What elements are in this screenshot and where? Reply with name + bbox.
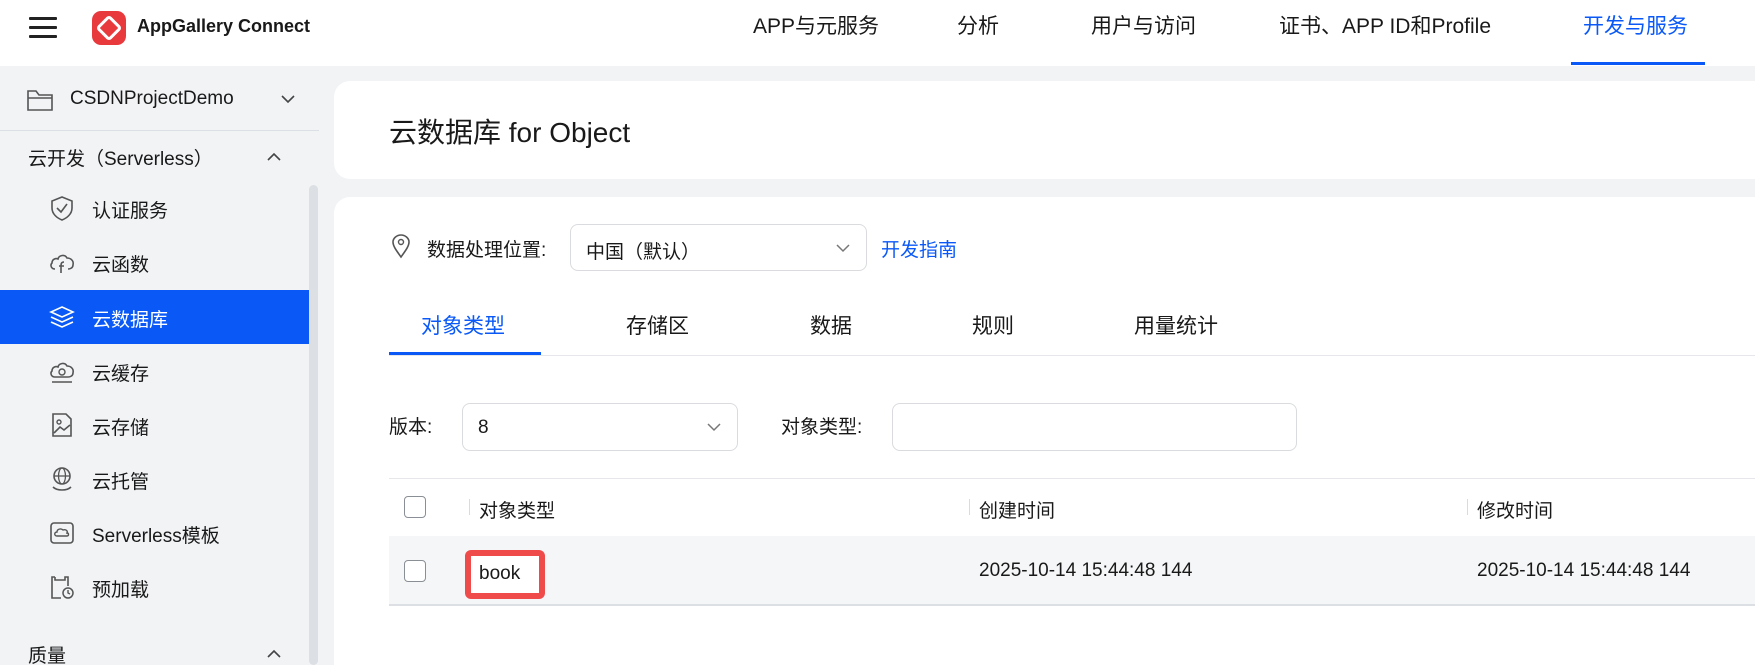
shield-icon — [51, 196, 73, 221]
tab-divider — [389, 355, 1755, 356]
object-type-cell[interactable]: book — [471, 556, 539, 593]
template-icon — [50, 522, 74, 544]
tab-object-types[interactable]: 对象类型 — [421, 310, 505, 340]
dev-guide-link[interactable]: 开发指南 — [881, 235, 957, 262]
object-type-filter-input[interactable] — [892, 403, 1297, 451]
chevron-up-icon[interactable] — [266, 646, 282, 662]
main-card: 数据处理位置: 中国（默认） 开发指南 对象类型 存储区 数据 规则 用量统计 … — [334, 197, 1755, 665]
tab-rules[interactable]: 规则 — [972, 310, 1014, 340]
sidebar-item-cloud-storage[interactable]: 云存储 — [0, 398, 311, 452]
database-layers-icon — [49, 306, 75, 328]
cloud-function-icon — [50, 254, 74, 273]
topnav-app-services[interactable]: APP与元服务 — [753, 0, 879, 66]
sidebar: CSDNProjectDemo 云开发（Serverless） 认证服务 云函数… — [0, 66, 319, 665]
column-header-modified[interactable]: 修改时间 — [1477, 496, 1553, 523]
location-select[interactable]: 中国（默认） — [570, 224, 867, 271]
cloud-cache-icon — [50, 362, 74, 383]
sidebar-scrollbar[interactable] — [309, 185, 318, 665]
globe-hand-icon — [52, 467, 72, 491]
sidebar-item-label: 云存储 — [92, 418, 150, 439]
title-card: 云数据库 for Object — [334, 81, 1755, 179]
version-value: 8 — [478, 417, 489, 438]
menu-hamburger-icon[interactable] — [29, 14, 59, 40]
appgallery-logo-icon — [92, 11, 126, 45]
sidebar-divider — [0, 130, 319, 131]
tab-usage-stats[interactable]: 用量统计 — [1134, 310, 1218, 340]
page-title: 云数据库 for Object — [389, 117, 631, 148]
project-name: CSDNProjectDemo — [70, 88, 234, 109]
tab-storage-zones[interactable]: 存储区 — [626, 310, 689, 340]
column-separator — [969, 499, 970, 515]
select-all-checkbox[interactable] — [404, 496, 426, 518]
brand-name: AppGallery Connect — [137, 16, 311, 36]
version-select[interactable]: 8 — [462, 403, 738, 451]
sidebar-item-label: 云托管 — [92, 472, 150, 493]
chevron-down-icon — [281, 95, 295, 104]
location-pin-icon — [392, 234, 410, 259]
storage-image-icon — [52, 413, 72, 437]
row-object-type: book — [479, 563, 521, 584]
sidebar-item-label: 云缓存 — [92, 364, 150, 385]
sidebar-item-cloud-db[interactable]: 云数据库 — [0, 290, 311, 344]
sidebar-item-cloud-hosting[interactable]: 云托管 — [0, 452, 311, 506]
row-bottom-border — [389, 604, 1755, 606]
project-selector[interactable]: CSDNProjectDemo — [0, 66, 319, 134]
sidebar-item-preload[interactable]: 预加载 — [0, 560, 311, 614]
object-type-filter-label: 对象类型: — [781, 417, 863, 438]
topnav-analytics[interactable]: 分析 — [957, 0, 999, 66]
sidebar-item-cloud-function[interactable]: 云函数 — [0, 235, 311, 289]
folder-icon — [27, 90, 53, 111]
table-top-border — [389, 478, 1755, 479]
column-header-created[interactable]: 创建时间 — [979, 496, 1055, 523]
sidebar-item-auth[interactable]: 认证服务 — [0, 181, 311, 235]
sidebar-item-label: 云函数 — [92, 255, 150, 276]
sidebar-item-label: Serverless模板 — [92, 526, 220, 547]
chevron-down-icon — [707, 423, 721, 432]
topnav-users-access[interactable]: 用户与访问 — [1091, 0, 1196, 66]
topnav-dev-services[interactable]: 开发与服务 — [1583, 0, 1688, 66]
location-label: 数据处理位置: — [427, 240, 547, 261]
row-created-time: 2025-10-14 15:44:48 144 — [979, 560, 1193, 581]
topnav-active-indicator — [1571, 62, 1705, 65]
column-header-object-type[interactable]: 对象类型 — [479, 496, 555, 523]
row-checkbox[interactable] — [404, 560, 426, 582]
tab-data[interactable]: 数据 — [810, 310, 852, 340]
top-bar: AppGallery Connect APP与元服务 分析 用户与访问 证书、A… — [0, 0, 1755, 66]
chevron-up-icon[interactable] — [266, 149, 282, 165]
column-separator — [469, 499, 470, 515]
sidebar-item-cloud-cache[interactable]: 云缓存 — [0, 344, 311, 398]
sidebar-group-serverless[interactable]: 云开发（Serverless） — [28, 144, 213, 171]
row-modified-time: 2025-10-14 15:44:48 144 — [1477, 560, 1691, 581]
highlight-box: book — [465, 550, 545, 599]
topnav-certificates[interactable]: 证书、APP ID和Profile — [1279, 0, 1491, 66]
sidebar-group-quality[interactable]: 质量 — [28, 641, 66, 665]
sidebar-item-label: 云数据库 — [92, 310, 169, 331]
location-value: 中国（默认） — [586, 242, 701, 263]
preload-clock-icon — [51, 576, 74, 599]
version-label: 版本: — [389, 417, 433, 438]
sidebar-item-label: 认证服务 — [92, 201, 169, 222]
sidebar-item-serverless-template[interactable]: Serverless模板 — [0, 506, 311, 560]
sidebar-item-label: 预加载 — [92, 580, 150, 601]
chevron-down-icon — [836, 244, 850, 253]
column-separator — [1467, 499, 1468, 515]
